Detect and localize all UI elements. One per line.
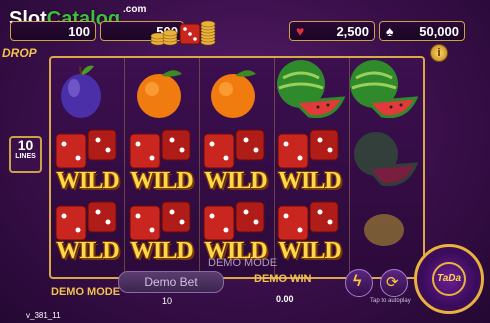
lines-label: LINES bbox=[15, 153, 36, 160]
counter-hearts: ♥ 2,500 bbox=[289, 21, 375, 41]
wild-text: WILD bbox=[204, 168, 268, 194]
dice-icon bbox=[277, 129, 339, 169]
wild-symbol: WILD bbox=[54, 128, 126, 194]
wild-text: WILD bbox=[278, 238, 342, 264]
counter-hearts-value: 2,500 bbox=[336, 23, 369, 39]
demo-win-label: DEMO WIN bbox=[254, 273, 312, 285]
bet-value: 10 bbox=[162, 296, 173, 306]
watermelon-icon bbox=[354, 132, 419, 187]
info-button[interactable]: i bbox=[430, 44, 448, 62]
win-value: 0.00 bbox=[276, 294, 294, 304]
demo-mode-overlay: DEMO MODE bbox=[208, 257, 278, 269]
wild-symbol: WILD bbox=[276, 200, 348, 266]
autoplay-icon: ⟳ bbox=[386, 274, 399, 291]
counter-spades-value: 50,000 bbox=[419, 23, 459, 39]
counter-left-value: 100 bbox=[68, 23, 90, 39]
coin-pile-icon bbox=[150, 20, 216, 46]
demo-mode-label: DEMO MODE bbox=[51, 286, 121, 298]
watermelon-icon bbox=[277, 60, 345, 119]
orange-icon bbox=[211, 70, 256, 118]
spade-icon: ♠ bbox=[386, 23, 394, 39]
counter-spades: ♠ 50,000 bbox=[379, 21, 465, 41]
dice-icon bbox=[203, 129, 265, 169]
turbo-button[interactable]: ϟ bbox=[345, 269, 373, 297]
lemon-icon bbox=[364, 214, 404, 246]
demo-bet-button[interactable]: Demo Bet bbox=[118, 271, 224, 293]
lines-indicator: 10 LINES bbox=[9, 136, 42, 173]
plum-icon bbox=[61, 65, 101, 118]
wild-text: WILD bbox=[130, 168, 194, 194]
watermelon-icon bbox=[350, 60, 418, 119]
wild-symbol: WILD bbox=[202, 128, 274, 194]
dice-icon bbox=[129, 129, 191, 169]
wild-text: WILD bbox=[278, 168, 342, 194]
wild-symbol: WILD bbox=[128, 128, 200, 194]
version-label: v_381_11 bbox=[26, 311, 61, 320]
counter-left: 100 bbox=[10, 21, 96, 41]
lines-number: 10 bbox=[17, 137, 34, 153]
wild-symbol: WILD bbox=[276, 128, 348, 194]
autoplay-button[interactable]: ⟳ bbox=[380, 269, 408, 297]
wild-text: WILD bbox=[130, 238, 194, 264]
wild-text: WILD bbox=[56, 238, 120, 264]
heart-icon: ♥ bbox=[296, 23, 305, 39]
autoplay-hint: Tap to autoplay bbox=[370, 298, 411, 304]
spin-label: TaDa bbox=[432, 262, 466, 296]
watermark-com: .com bbox=[123, 4, 147, 15]
orange-icon bbox=[137, 70, 182, 118]
wild-symbol: WILD bbox=[128, 200, 200, 266]
drop-label: DROP bbox=[2, 46, 37, 60]
wild-text: WILD bbox=[56, 168, 120, 194]
dice-icon bbox=[55, 129, 117, 169]
lightning-icon: ϟ bbox=[353, 273, 362, 290]
wild-symbol: WILD bbox=[54, 200, 126, 266]
